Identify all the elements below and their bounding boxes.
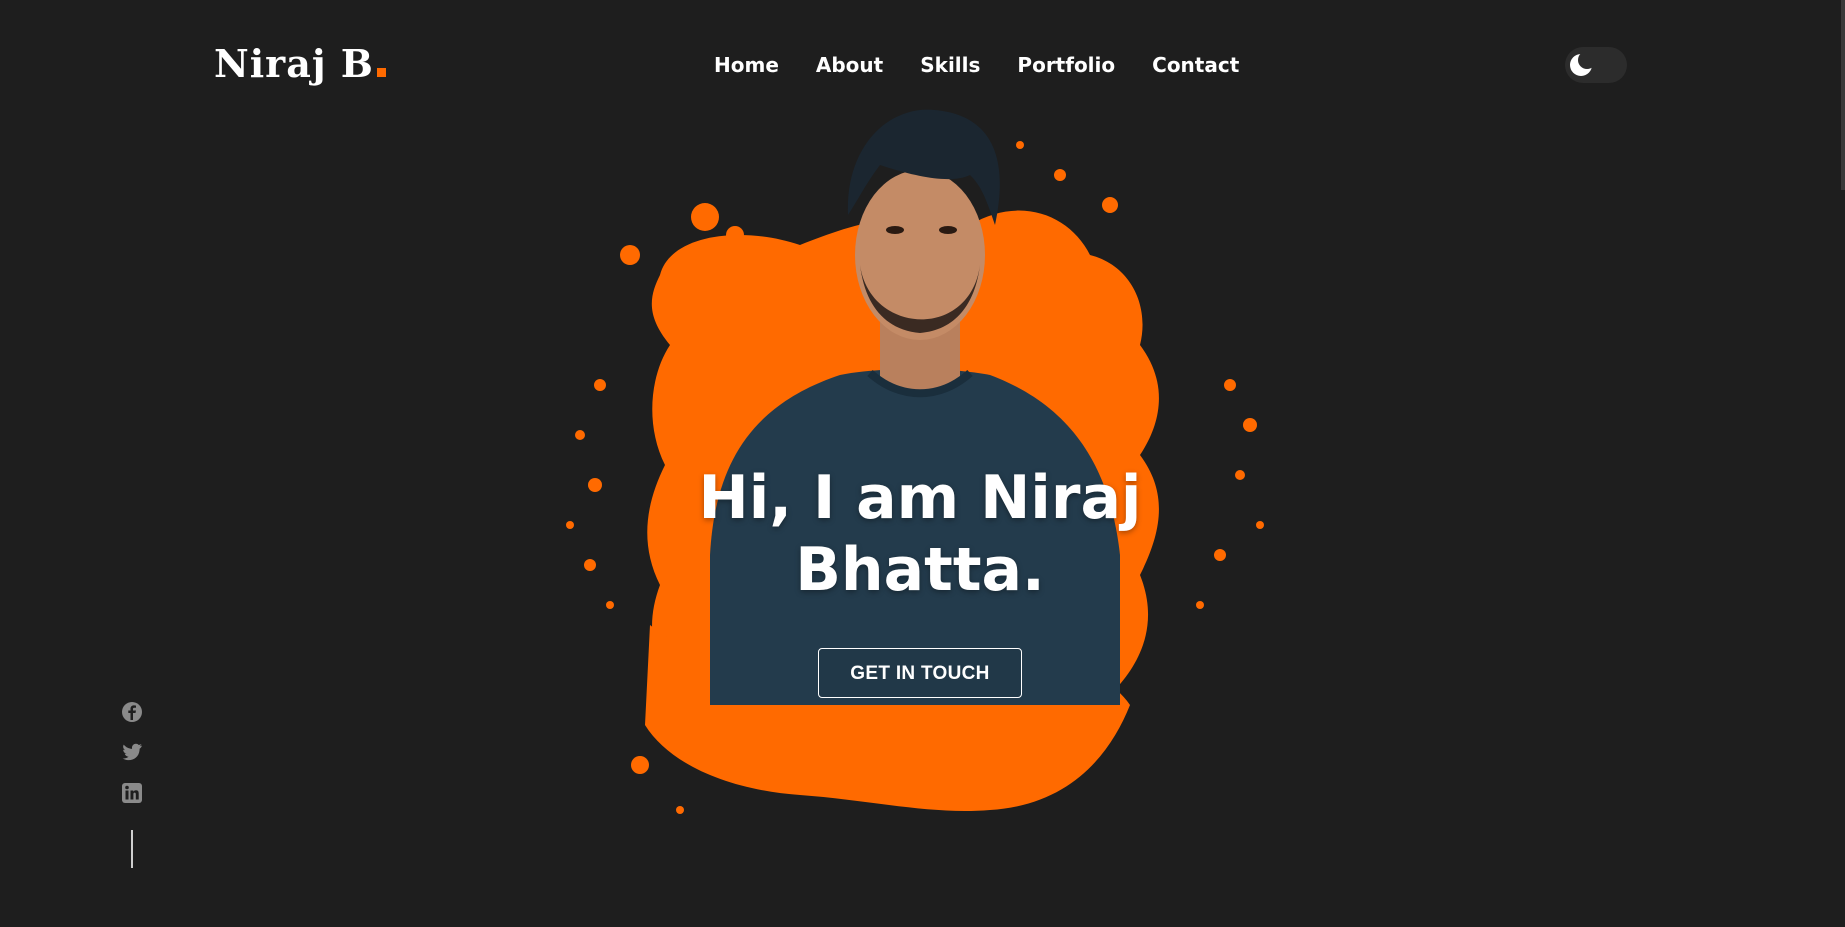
hero-title-line-1: Hi, I am Niraj <box>698 463 1142 533</box>
nav-portfolio[interactable]: Portfolio <box>1017 53 1115 77</box>
get-in-touch-button[interactable]: GET IN TOUCH <box>818 648 1022 698</box>
linkedin-icon[interactable] <box>120 781 144 805</box>
person-head <box>855 170 985 340</box>
logo-text: Niraj B <box>214 41 374 86</box>
scrollbar-thumb[interactable] <box>1841 0 1845 190</box>
page: Niraj B Home About Skills Portfolio Cont… <box>0 0 1845 927</box>
facebook-icon[interactable] <box>120 700 144 724</box>
nav-about[interactable]: About <box>816 53 883 77</box>
hero-title-line-2: Bhatta. <box>795 535 1045 605</box>
site-logo[interactable]: Niraj B <box>214 40 386 88</box>
nav-home[interactable]: Home <box>714 53 779 77</box>
nav-contact[interactable]: Contact <box>1152 53 1239 77</box>
nav-skills[interactable]: Skills <box>920 53 980 77</box>
theme-toggle[interactable] <box>1565 47 1627 83</box>
social-divider-line <box>131 830 133 868</box>
logo-accent-dot <box>376 68 386 77</box>
twitter-icon[interactable] <box>120 740 144 764</box>
hero-title: Hi, I am Niraj Bhatta. <box>620 462 1220 606</box>
moon-icon <box>1570 53 1593 76</box>
main-nav: Home About Skills Portfolio Contact <box>714 48 1276 82</box>
